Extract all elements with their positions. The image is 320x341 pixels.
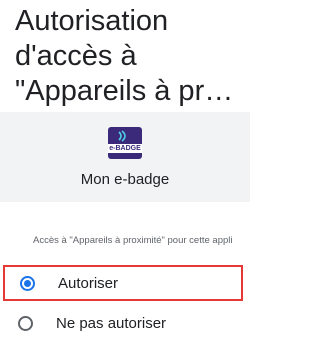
radio-deny[interactable] bbox=[18, 315, 33, 331]
page-title: Autorisation d'accès à "Appareils à prox… bbox=[15, 4, 245, 109]
option-deny-label: Ne pas autoriser bbox=[56, 314, 167, 332]
page-title-line-2: d'accès à bbox=[15, 40, 137, 72]
page-title-line-3: "Appareils à proxi… bbox=[15, 75, 245, 107]
option-allow[interactable]: Autoriser bbox=[3, 265, 243, 301]
wireless-icon bbox=[118, 130, 126, 142]
icon-label: e-BADGE bbox=[109, 145, 141, 152]
option-allow-label: Autoriser bbox=[58, 274, 119, 292]
page-title-line-1: Autorisation bbox=[15, 5, 169, 37]
permission-description: Accès à "Appareils à proximité" pour cet… bbox=[33, 235, 233, 246]
radio-allow[interactable] bbox=[20, 275, 35, 291]
app-name: Mon e-badge bbox=[80, 171, 170, 188]
app-icon: e-BADGE bbox=[108, 127, 142, 159]
option-deny[interactable]: Ne pas autoriser bbox=[3, 305, 243, 341]
